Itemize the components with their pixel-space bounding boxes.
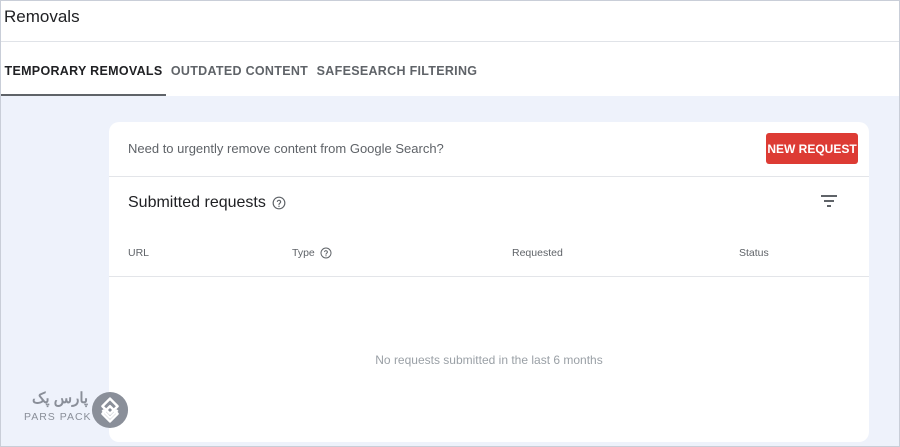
new-request-button[interactable]: NEW REQUEST (766, 133, 858, 164)
column-header-url[interactable]: URL (128, 247, 149, 259)
tab-outdated-content[interactable]: OUTDATED CONTENT (166, 42, 313, 96)
column-header-status[interactable]: Status (739, 247, 769, 259)
watermark-text-en: PARS PACK (24, 411, 92, 423)
submitted-requests-heading: Submitted requests (128, 194, 286, 212)
column-header-type[interactable]: Type (292, 247, 332, 259)
tab-temporary-removals[interactable]: TEMPORARY REMOVALS (1, 42, 166, 96)
urgent-removal-banner: Need to urgently remove content from Goo… (109, 122, 869, 177)
tab-bar: TEMPORARY REMOVALS OUTDATED CONTENT SAFE… (1, 42, 899, 96)
watermark-text-fa: پارس پک (32, 390, 89, 407)
column-label-requested: Requested (512, 247, 563, 259)
banner-text: Need to urgently remove content from Goo… (128, 141, 444, 156)
empty-state-message: No requests submitted in the last 6 mont… (375, 353, 603, 367)
submitted-requests-title: Submitted requests (128, 194, 266, 211)
app-header: Removals (1, 1, 899, 42)
column-label-url: URL (128, 247, 150, 259)
filter-icon[interactable] (820, 193, 838, 209)
table-header-divider (109, 276, 869, 277)
help-circle-icon[interactable] (320, 247, 332, 259)
column-label-type: Type (292, 247, 315, 259)
column-label-status: Status (739, 247, 769, 259)
parspack-watermark: پارس پک PARS PACK (24, 389, 132, 429)
parspack-logo-icon (91, 391, 129, 429)
help-circle-icon[interactable] (272, 196, 286, 210)
tab-safesearch-filtering[interactable]: SAFESEARCH FILTERING (313, 42, 481, 96)
removals-card: Need to urgently remove content from Goo… (109, 122, 869, 442)
page-title: Removals (4, 7, 80, 26)
column-header-requested[interactable]: Requested (512, 247, 563, 259)
